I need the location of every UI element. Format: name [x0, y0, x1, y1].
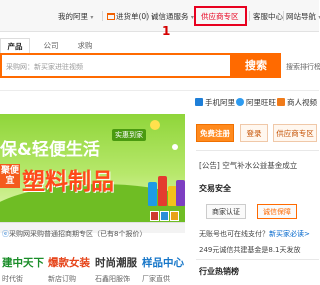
login-button[interactable]: 登录: [240, 124, 268, 142]
merchant-video-link[interactable]: 商人视频: [277, 97, 317, 108]
banner-headline: 保&轻便生活: [0, 140, 100, 160]
service-center-label: 客服中心: [253, 12, 283, 21]
aliwangwang-label: 阿里旺旺: [246, 98, 276, 107]
category-title: 爆款女装: [48, 257, 90, 269]
nav-divider: [249, 11, 250, 21]
category-title: 建中天下: [2, 257, 44, 269]
highlight-box: [194, 6, 247, 26]
hot-sales-title: 行业热销榜: [199, 267, 239, 276]
register-button[interactable]: 免费注册: [196, 124, 234, 142]
tab-buying[interactable]: 求购: [74, 38, 96, 53]
search-input[interactable]: 采购网：新买家进驻视频: [0, 53, 232, 78]
category-sub: 石鑫阳服饰: [95, 275, 130, 283]
cart-label: 进货单(0): [116, 12, 150, 21]
service-center-link[interactable]: 客服中心: [253, 11, 283, 22]
category-title: 时尚潮服: [95, 257, 137, 269]
fund-line[interactable]: 249元诚信共建基金是8.1天发放: [199, 245, 301, 255]
news-icon: ⓔ: [2, 230, 9, 238]
category-item[interactable]: 爆款女装 新店订购: [48, 255, 94, 284]
nav-divider: [283, 11, 284, 21]
product-image: [148, 182, 157, 206]
trust-service-link[interactable]: 诚信通服务 ▾: [151, 11, 194, 22]
banner-thumb[interactable]: [170, 211, 179, 221]
category-item[interactable]: 建中天下 时代街: [2, 255, 48, 284]
news-item[interactable]: ⓔ采购网采购普通招商期专区（已有8个报价）: [2, 229, 146, 239]
divider: [0, 90, 319, 91]
search-placeholder: 采购网：新买家进驻视频: [6, 63, 83, 71]
step-marker: 1: [162, 24, 171, 38]
my-alibaba-label: 我的阿里: [58, 12, 88, 21]
merchant-auth-button[interactable]: 商家认证: [206, 204, 246, 219]
product-image: [176, 180, 185, 206]
search-button[interactable]: 搜索: [231, 53, 281, 78]
mobile-alibaba-label: 手机阿里: [205, 98, 235, 107]
news-text: 采购网采购普通招商期专区（已有8个报价）: [9, 230, 147, 238]
decor-dot: [172, 144, 178, 150]
site-nav-link[interactable]: 网站导航 ▾: [286, 11, 320, 22]
cart-icon: [107, 13, 115, 20]
category-item[interactable]: 样品中心 厂家直供: [142, 255, 188, 284]
banner-title: 塑料制品: [22, 169, 114, 195]
chevron-down-icon: ▾: [90, 14, 94, 21]
phone-icon: [195, 98, 203, 106]
trust-guarantee-button[interactable]: 诚信保障: [257, 204, 297, 219]
video-icon: [277, 98, 285, 106]
divider: [196, 259, 319, 260]
banner-badge: 聚便宜: [0, 164, 20, 188]
chat-icon: [236, 98, 244, 106]
banner-thumbnails: [0, 210, 185, 222]
category-sub: 时代街: [2, 275, 23, 283]
promo-banner[interactable]: 保&轻便生活 实惠到家 聚便宜 塑料制品: [0, 114, 185, 222]
aliwangwang-link[interactable]: 阿里旺旺: [236, 97, 276, 108]
help-line: 无账号也可在线支付？新买家必读>: [199, 229, 310, 239]
divider: [196, 150, 319, 151]
product-image: [158, 176, 167, 206]
banner-thumb[interactable]: [160, 211, 169, 221]
trust-service-label: 诚信通服务: [151, 12, 189, 21]
cart-link[interactable]: 进货单(0) ▾: [107, 11, 155, 22]
nav-divider: [146, 11, 147, 21]
tab-companies[interactable]: 公司: [40, 38, 62, 53]
mobile-alibaba-link[interactable]: 手机阿里: [195, 97, 235, 108]
category-title: 样品中心: [142, 257, 184, 269]
supplier-zone-button[interactable]: 供应商专区: [273, 124, 317, 142]
category-sub: 新店订购: [48, 275, 76, 283]
top-nav: 我的阿里 ▾ 进货单(0) ▾ 诚信通服务 ▾ 供应商专区 客服中心 网站导航 …: [0, 0, 320, 32]
search-rank-link[interactable]: 搜索排行榜: [286, 62, 320, 72]
nav-divider: [102, 11, 103, 21]
category-sub: 厂家直供: [142, 275, 170, 283]
merchant-video-label: 商人视频: [287, 98, 317, 107]
banner-chip: 实惠到家: [112, 129, 146, 141]
site-nav-label: 网站导航: [286, 12, 316, 21]
tab-products[interactable]: 产品: [0, 38, 30, 53]
decor-dot: [150, 120, 160, 130]
my-alibaba-link[interactable]: 我的阿里 ▾: [58, 11, 93, 22]
trade-safety-title: 交易安全: [199, 184, 231, 193]
category-item[interactable]: 时尚潮服 石鑫阳服饰: [95, 255, 141, 284]
announcement[interactable]: [公告] 空气补水公益基金成立: [199, 160, 297, 171]
help-text: 无账号也可在线支付？: [199, 230, 269, 238]
buyer-guide-link[interactable]: 新买家必读>: [269, 230, 310, 238]
banner-thumb[interactable]: [150, 211, 159, 221]
